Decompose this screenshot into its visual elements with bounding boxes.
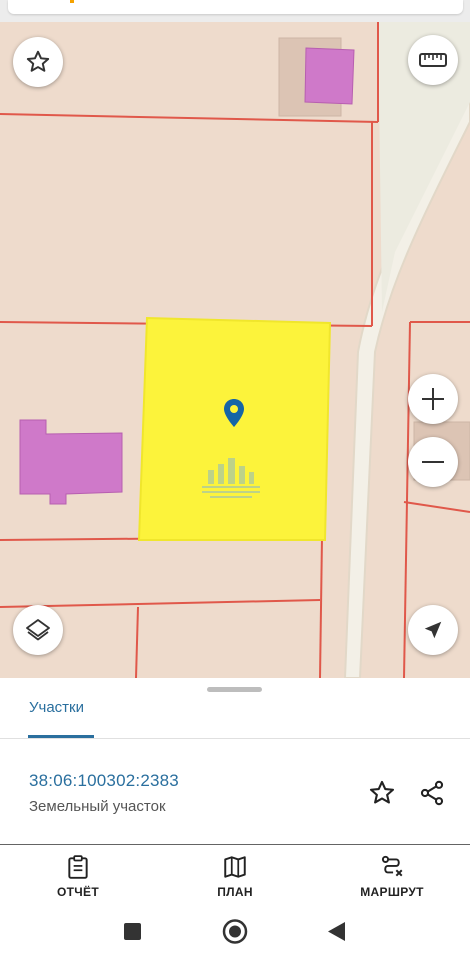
- zoom-out-button[interactable]: [408, 437, 458, 487]
- share-button[interactable]: [414, 775, 450, 811]
- route-icon: [381, 855, 403, 877]
- bottom-sheet: Участки 38:06:100302:2383 Земельный учас…: [0, 678, 470, 960]
- boundary-line: [135, 606, 139, 678]
- nav-plan-label: ПЛАН: [217, 885, 253, 899]
- nav-report[interactable]: ОТЧЁТ: [28, 850, 128, 904]
- search-bar[interactable]: [8, 0, 463, 14]
- boundary-line: [0, 599, 321, 608]
- minus-icon: [422, 461, 444, 463]
- favorite-map-button[interactable]: [13, 37, 63, 87]
- zoom-in-button[interactable]: [408, 374, 458, 424]
- system-navigation-bar: [0, 910, 470, 960]
- map-icon: [224, 856, 246, 878]
- star-outline-icon: [369, 780, 395, 804]
- map-pin-icon: [224, 399, 244, 427]
- divider: [0, 738, 470, 739]
- star-outline-icon: [26, 50, 50, 72]
- cadastral-map[interactable]: [0, 22, 470, 678]
- ruler-button[interactable]: [408, 35, 458, 85]
- recents-button: [124, 923, 141, 940]
- my-location-button[interactable]: [408, 605, 458, 655]
- divider: [0, 844, 470, 845]
- ruler-icon: [419, 53, 447, 67]
- back-button: [328, 922, 345, 941]
- building: [19, 419, 123, 505]
- parcel-cadastral-number[interactable]: 38:06:100302:2383: [29, 771, 179, 791]
- nav-report-label: ОТЧЁТ: [57, 885, 99, 899]
- nav-plan[interactable]: ПЛАН: [185, 850, 285, 904]
- boundary-line: [319, 536, 323, 678]
- search-bar-area: [0, 0, 470, 22]
- selected-parcel: [137, 316, 332, 541]
- tab-parcels[interactable]: Участки: [29, 699, 84, 716]
- home-button-inner: [229, 925, 241, 938]
- plus-icon: [422, 388, 444, 410]
- share-icon: [420, 780, 444, 806]
- parcel-type: Земельный участок: [29, 798, 166, 815]
- nav-route[interactable]: МАРШРУТ: [342, 850, 442, 904]
- map-layer: [0, 22, 470, 678]
- sheet-drag-handle[interactable]: [207, 687, 262, 692]
- boundary-line: [403, 501, 470, 513]
- layers-button[interactable]: [13, 605, 63, 655]
- favorite-parcel-button[interactable]: [364, 775, 400, 811]
- watermark-logo: [202, 458, 260, 498]
- building: [304, 47, 355, 105]
- navigation-arrow-icon: [424, 621, 442, 639]
- layers-icon: [26, 619, 50, 641]
- clipboard-icon: [68, 855, 88, 879]
- nav-route-label: МАРШРУТ: [360, 885, 424, 899]
